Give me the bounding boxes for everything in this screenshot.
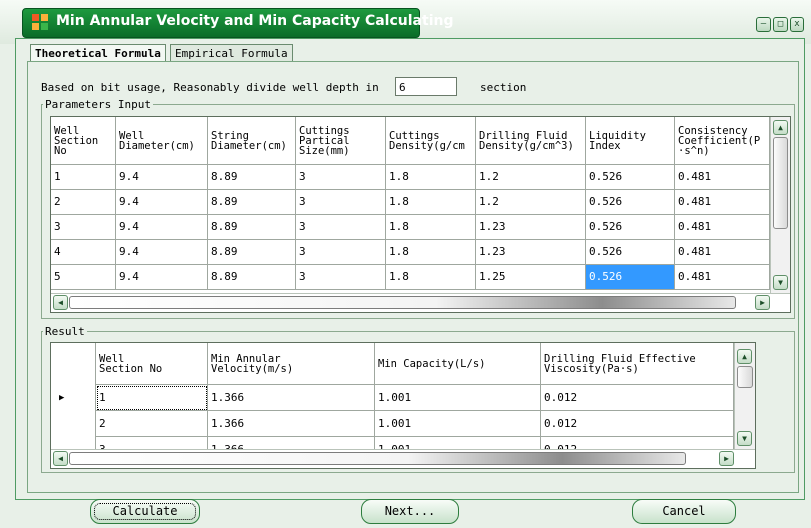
scroll-up-icon[interactable]: ▲	[773, 120, 788, 135]
parameters-cell[interactable]: 1.8	[386, 215, 476, 240]
result-cell[interactable]: 1	[96, 385, 208, 411]
parameters-cell[interactable]: 1.2	[476, 165, 586, 190]
scroll-down-icon[interactable]: ▼	[773, 275, 788, 290]
parameters-cell[interactable]: 9.4	[116, 240, 208, 265]
column-header-effective-viscosity: Drilling Fluid Effective Viscosity(Pa·s)	[541, 343, 734, 385]
parameters-cell[interactable]: 3	[296, 265, 386, 290]
parameters-vscroll[interactable]: ▲ ▼	[770, 117, 790, 293]
column-header-liquidity-index: Liquidity Index	[586, 117, 675, 165]
parameters-cell[interactable]: 1	[51, 165, 116, 190]
column-header-min-capacity: Min Capacity(L/s)	[375, 343, 541, 385]
parameters-cell[interactable]: 8.89	[208, 265, 296, 290]
parameters-cell[interactable]: 3	[51, 215, 116, 240]
parameters-cell[interactable]: 0.526	[586, 190, 675, 215]
parameters-cell[interactable]: 3	[296, 240, 386, 265]
parameters-vscroll-thumb[interactable]	[773, 137, 788, 229]
result-cell[interactable]: 1.366	[208, 411, 375, 437]
scroll-up-icon[interactable]: ▲	[737, 349, 752, 364]
column-header-well-section-no: Well Section No	[96, 343, 208, 385]
calculate-button[interactable]: Calculate	[90, 499, 200, 524]
parameters-cell[interactable]: 0.526	[586, 215, 675, 240]
parameters-cell[interactable]: 1.23	[476, 215, 586, 240]
next-button[interactable]: Next...	[361, 499, 459, 524]
result-cell[interactable]: 0.012	[541, 411, 734, 437]
parameters-hscroll-thumb[interactable]	[69, 296, 736, 309]
column-header-consistency-coefficient: Consistency Coefficient(P ·s^n)	[675, 117, 770, 165]
scroll-left-icon[interactable]: ◀	[53, 451, 68, 466]
parameters-cell[interactable]: 0.526	[586, 240, 675, 265]
result-cell[interactable]: 0.012	[541, 385, 734, 411]
result-vscroll[interactable]: ▲ ▼	[734, 343, 755, 449]
row-header-column	[51, 343, 96, 449]
parameters-cell[interactable]: 0.481	[675, 240, 770, 265]
parameters-cell[interactable]: 0.481	[675, 265, 770, 290]
result-cell[interactable]: 1.366	[208, 385, 375, 411]
column-header-well-section-no: Well Section No	[51, 117, 116, 165]
parameters-cell[interactable]: 1.8	[386, 165, 476, 190]
parameters-cell[interactable]: 1.2	[476, 190, 586, 215]
section-count-input[interactable]: 6	[395, 77, 457, 96]
parameters-cell[interactable]: 8.89	[208, 215, 296, 240]
parameters-cell[interactable]: 1.8	[386, 265, 476, 290]
cancel-button[interactable]: Cancel	[632, 499, 736, 524]
column-header-cuttings-density: Cuttings Density(g/cm	[386, 117, 476, 165]
parameters-cell[interactable]: 0.481	[675, 190, 770, 215]
parameters-cell[interactable]: 0.526	[586, 265, 675, 290]
parameters-group-title: Parameters Input	[43, 98, 153, 111]
column-header-string-diameter: String Diameter(cm)	[208, 117, 296, 165]
maximize-icon[interactable]: □	[773, 17, 788, 32]
depth-prefix-label: Based on bit usage, Reasonably divide we…	[41, 81, 379, 94]
parameters-cell[interactable]: 1.23	[476, 240, 586, 265]
parameters-cell[interactable]: 1.8	[386, 240, 476, 265]
window-title: Min Annular Velocity and Min Capacity Ca…	[56, 13, 454, 29]
parameters-cell[interactable]: 1.25	[476, 265, 586, 290]
parameters-cell[interactable]: 8.89	[208, 240, 296, 265]
parameters-cell[interactable]: 1.8	[386, 190, 476, 215]
result-group-title: Result	[43, 325, 87, 338]
result-hscroll-thumb[interactable]	[69, 452, 686, 465]
scroll-left-icon[interactable]: ◀	[53, 295, 68, 310]
scroll-down-icon[interactable]: ▼	[737, 431, 752, 446]
result-cell[interactable]: 1.001	[375, 385, 541, 411]
parameters-cell[interactable]: 3	[296, 215, 386, 240]
column-header-cuttings-partical-size: Cuttings Partical Size(mm)	[296, 117, 386, 165]
column-header-well-diameter: Well Diameter(cm)	[116, 117, 208, 165]
parameters-cell[interactable]: 2	[51, 190, 116, 215]
parameters-cell[interactable]: 0.481	[675, 165, 770, 190]
result-hscroll[interactable]: ◀ ▶	[51, 449, 755, 467]
close-icon[interactable]: x	[790, 17, 804, 32]
app-icon	[32, 14, 48, 30]
scroll-right-icon[interactable]: ▶	[719, 451, 734, 466]
parameters-cell[interactable]: 3	[296, 190, 386, 215]
tab-theoretical-formula[interactable]: Theoretical Formula	[30, 44, 166, 62]
parameters-cell[interactable]: 9.4	[116, 190, 208, 215]
minimize-icon[interactable]: –	[756, 17, 771, 32]
parameters-cell[interactable]: 3	[296, 165, 386, 190]
parameters-cell[interactable]: 0.481	[675, 215, 770, 240]
tab-empirical-formula[interactable]: Empirical Formula	[170, 44, 293, 62]
parameters-grid: 0.481 0.526 1.25 1.8 3 8.89 9.4 5 0.481 0.526 1.23…	[50, 116, 791, 313]
parameters-cell[interactable]: 4	[51, 240, 116, 265]
depth-suffix-label: section	[480, 81, 527, 94]
column-header-min-annular-velocity: Min Annular Velocity(m/s)	[208, 343, 375, 385]
parameters-hscroll[interactable]: ◀ ▶	[51, 293, 790, 311]
parameters-cell[interactable]: 9.4	[116, 165, 208, 190]
scroll-right-icon[interactable]: ▶	[755, 295, 770, 310]
result-cell[interactable]: 2	[96, 411, 208, 437]
parameters-cell[interactable]: 9.4	[116, 265, 208, 290]
result-vscroll-thumb[interactable]	[737, 366, 753, 388]
result-grid: 0.0121.0011.36630.0121.0011.36620.0121.0…	[50, 342, 756, 469]
result-cell[interactable]: 1.001	[375, 411, 541, 437]
parameters-cell[interactable]: 8.89	[208, 190, 296, 215]
parameters-cell[interactable]: 9.4	[116, 215, 208, 240]
parameters-cell[interactable]: 8.89	[208, 165, 296, 190]
parameters-cell[interactable]: 0.526	[586, 165, 675, 190]
parameters-cell[interactable]: 5	[51, 265, 116, 290]
column-header-drilling-fluid-density: Drilling Fluid Density(g/cm^3)	[476, 117, 586, 165]
